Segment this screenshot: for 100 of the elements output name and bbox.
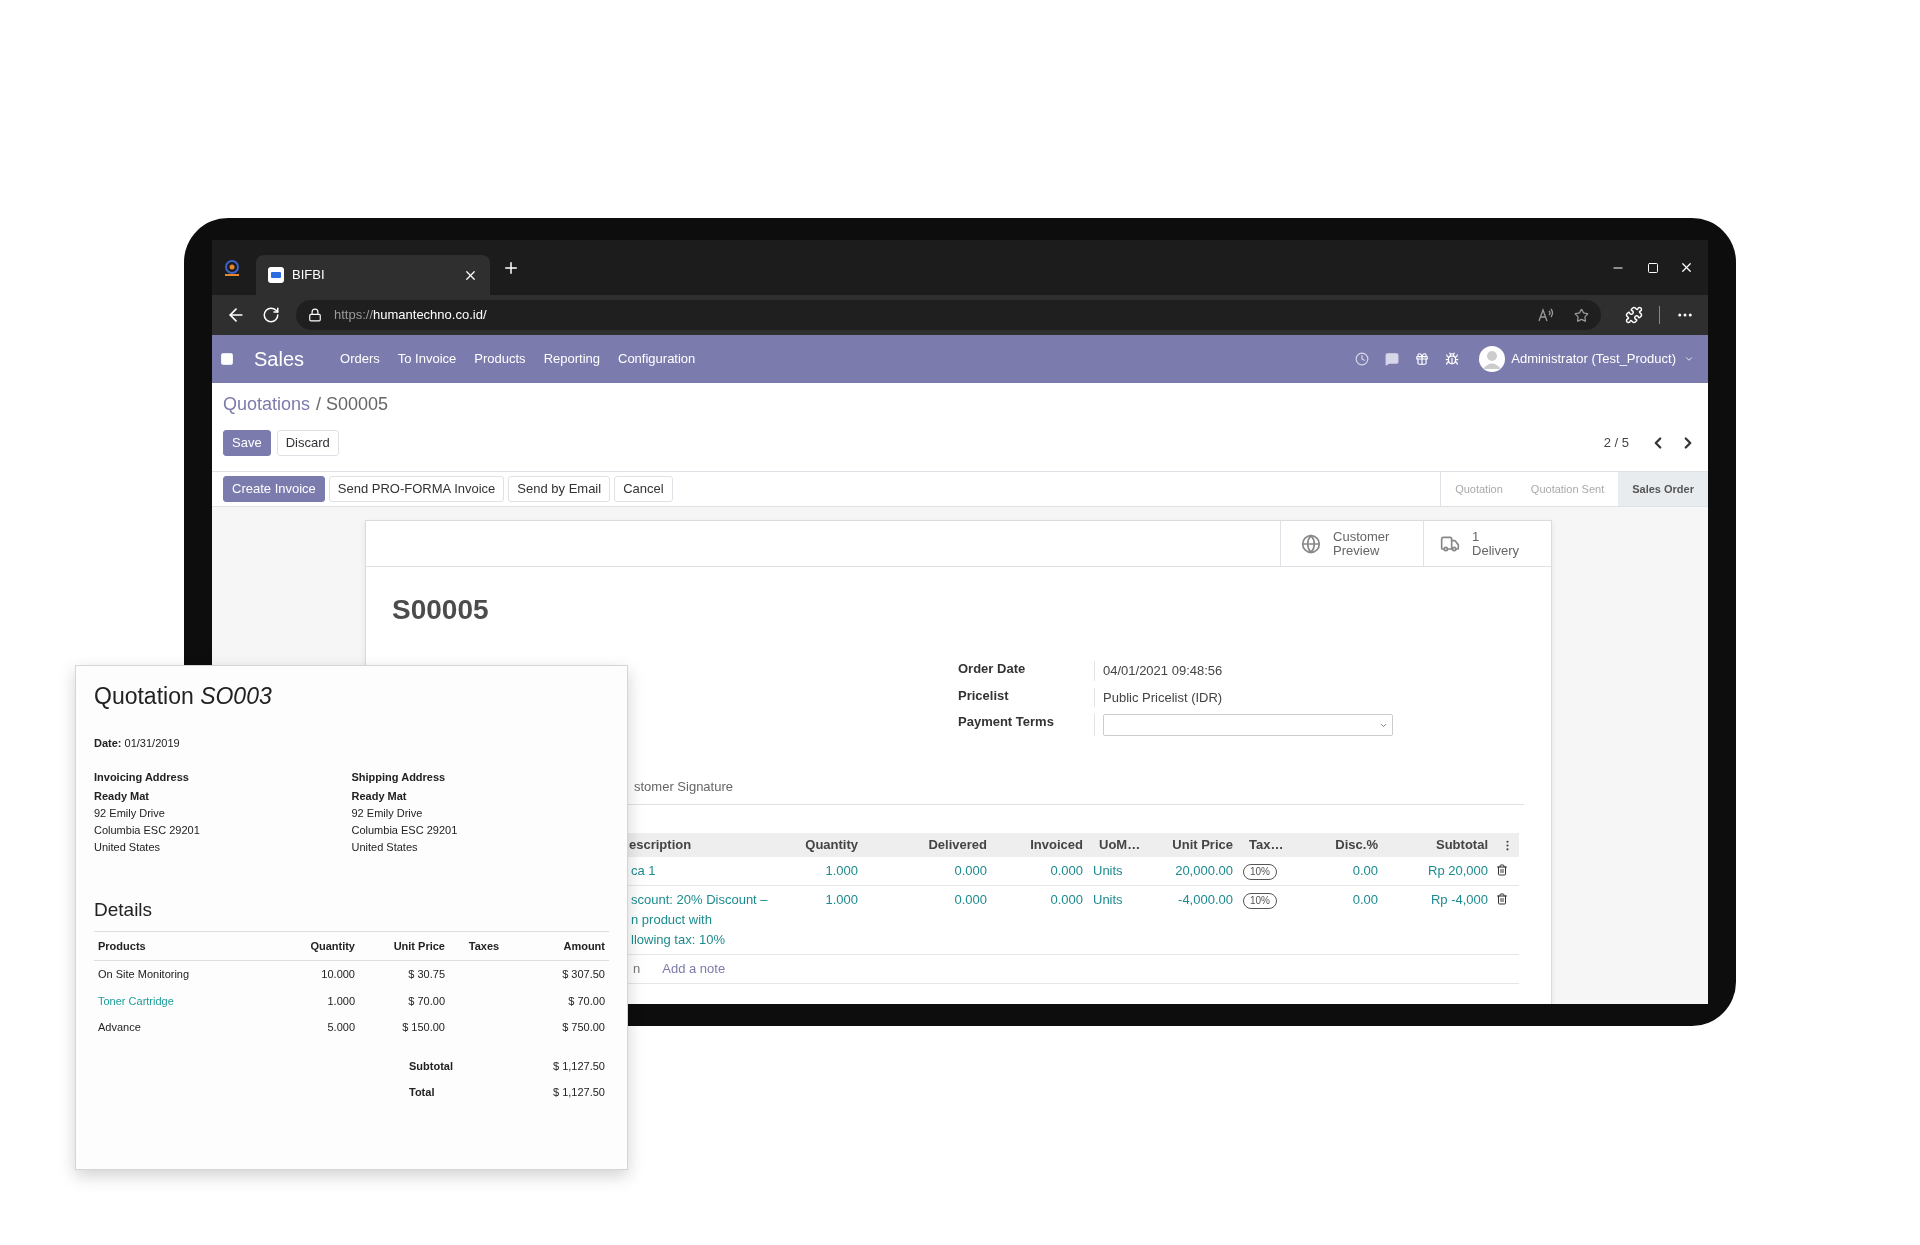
address-line: Columbia ESC 29201 [351,823,458,839]
nav-menu-item[interactable]: Configuration [618,349,696,369]
record-name: S00005 [391,593,490,627]
nav-menu-item[interactable]: To Invoice [397,349,457,369]
column-header: Tax… [1241,833,1301,857]
breadcrumb-link[interactable]: Quotations [223,391,311,418]
details-heading: Details [94,898,154,923]
delete-icon[interactable] [1496,893,1508,905]
select-field[interactable] [1103,714,1393,736]
address-field[interactable]: https://humantechno.co.id/ [296,300,1601,330]
primary-button[interactable]: Create Invoice [223,476,325,502]
table-cell-text: Advance [97,1020,142,1036]
close-icon[interactable] [1679,260,1694,275]
extensions-icon[interactable] [1625,306,1643,324]
field-value: 04/01/2021 09:48:56 [1094,661,1394,681]
address-line: United States [94,840,161,856]
column-header: Products [94,931,269,961]
reload-icon[interactable] [262,306,280,324]
notebook-tab[interactable]: stomer Signature [634,777,733,797]
column-header: Quantity [269,931,359,961]
maximize-icon[interactable] [1647,261,1659,274]
table-cell: -4,000.00 [1161,885,1241,955]
table-cell-text: 1.000 [326,993,356,1009]
delivery-button[interactable]: 1 Delivery [1423,521,1551,566]
column-header: Unit Price [1161,833,1241,857]
messages-icon[interactable] [1385,352,1400,366]
customer-preview-button[interactable]: Customer Preview [1280,521,1424,566]
secondary-button[interactable]: Send by Email [508,476,611,502]
delivery-label: Delivery [1472,543,1519,558]
table-cell: 0.000 [995,857,1091,886]
avatar-icon [1479,346,1506,372]
table-cell-text: 5.000 [326,1020,356,1036]
total-label: Subtotal [408,1058,454,1074]
address-heading: Invoicing Address [94,770,189,786]
column-header: Unit Price [359,931,449,961]
secondary-button[interactable]: Cancel [614,476,673,502]
total-label: Total [408,1085,436,1101]
table-cell: 0.000 [995,885,1091,955]
address-name: Ready Mat [351,789,407,805]
column-header: UoM… [1091,833,1161,857]
field-label: Payment Terms [958,714,1055,731]
favorite-icon[interactable] [1574,307,1589,323]
apps-menu-icon[interactable] [220,352,234,366]
add-note-link[interactable]: Add a note [662,961,726,976]
document-title: Quotation SO003 [94,682,273,711]
column-header: Subtotal [1386,833,1496,857]
app-name: Sales [254,347,305,372]
favicon-icon [268,267,284,283]
table-cell: 20,000.00 [1161,857,1241,886]
table-cell: 0.000 [866,885,995,955]
user-menu[interactable]: Administrator (Test_Product) [1511,349,1694,369]
column-header: Taxes [449,931,519,961]
debug-icon[interactable] [1445,352,1460,366]
table-cell: 10.000 [269,960,359,988]
table-cell: Rp -4,000 [1386,885,1496,955]
read-aloud-icon[interactable] [1538,308,1554,322]
table-cell: 1.000 [791,857,866,886]
table-cell: $ 307.50 [519,960,609,988]
table-cell: Units [1091,857,1161,886]
caret-icon [1684,354,1694,364]
column-header: Disc.% [1301,833,1386,857]
table-cell: On Site Monitoring [94,960,269,988]
table-cell: $ 30.75 [359,960,449,988]
address-line: 92 Emily Drive [351,806,423,822]
table-cell-text: $ 70.00 [407,993,446,1009]
url-text: https://humantechno.co.id/ [334,306,488,325]
table-cell-text: $ 750.00 [561,1020,606,1036]
table-cell: 0.00 [1301,885,1386,955]
table-cell-text: $ 150.00 [401,1020,446,1036]
secondary-button[interactable]: Discard [276,430,339,456]
delivery-count: 1 [1472,529,1480,544]
breadcrumb-current: / S00005 [316,393,389,416]
address-line: 92 Emily Drive [94,806,165,822]
address-line: United States [351,840,418,856]
browser-tab[interactable]: BIFBI [256,255,490,295]
gift-icon[interactable] [1415,352,1430,366]
table-cell-text: $ 70.00 [567,993,606,1009]
field-label: Order Date [958,661,1027,678]
column-header: Amount [519,931,609,961]
address-heading: Shipping Address [351,770,446,786]
table-cell: Rp 20,000 [1386,857,1496,886]
nav-menu-item[interactable]: Orders [340,349,380,369]
table-cell: scount: 20% Discount – n product with llowing tax: 10% [621,885,791,955]
address-name: Ready Mat [94,789,150,805]
delete-icon[interactable] [1496,864,1508,876]
nav-menu-item[interactable]: Reporting [543,349,600,369]
primary-button[interactable]: Save [223,430,271,456]
address-line: Columbia ESC 29201 [94,823,200,839]
lock-icon [308,308,322,322]
document-date: Date: 01/31/2019 [94,735,181,751]
column-header: Delivered [866,833,995,857]
nav-menu-item[interactable]: Products [474,349,526,369]
column-header: Invoiced [995,833,1091,857]
total-value: $ 1,127.50 [552,1058,606,1074]
activity-icon[interactable] [1355,352,1370,366]
secondary-button[interactable]: Send PRO-FORMA Invoice [328,476,505,502]
status-stage[interactable]: Sales Order [1618,472,1708,506]
total-value: $ 1,127.50 [552,1085,606,1101]
table-cell: 0.00 [1301,857,1386,886]
table-cell: 1.000 [791,885,866,955]
